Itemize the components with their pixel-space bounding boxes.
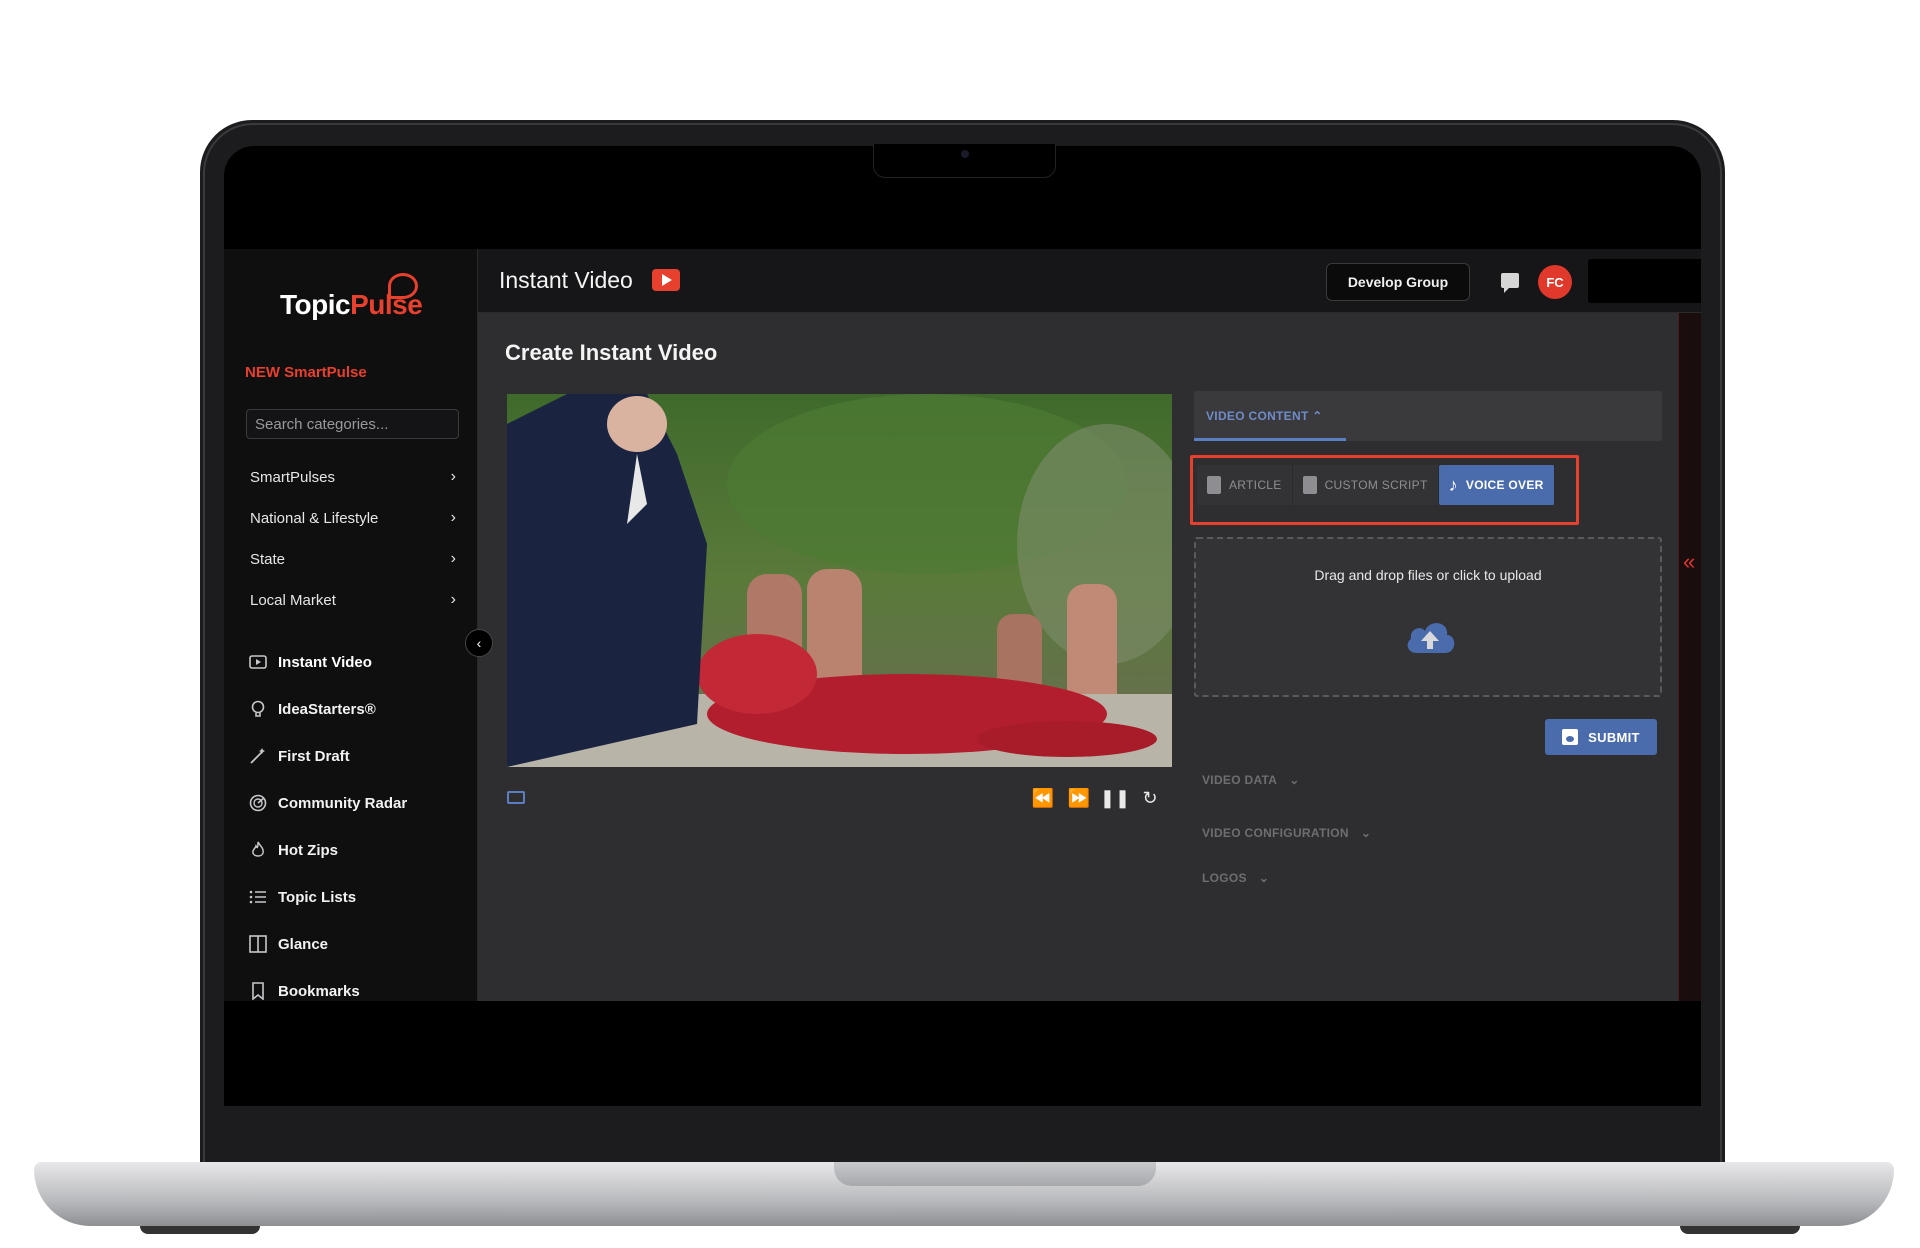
laptop-foot-left — [140, 1226, 260, 1234]
chat-icon[interactable] — [1501, 273, 1519, 293]
captions-icon[interactable] — [507, 791, 525, 804]
bookmark-icon — [248, 981, 268, 1001]
chevron-down-icon: ⌄ — [1289, 773, 1300, 787]
search-categories-input[interactable] — [246, 409, 459, 439]
group-selector-button[interactable]: Develop Group — [1326, 263, 1470, 301]
magic-wand-icon — [248, 746, 268, 766]
youtube-icon — [652, 269, 680, 291]
submit-button[interactable]: SUBMIT — [1545, 719, 1657, 755]
music-note-icon: ♪ — [1448, 474, 1458, 495]
sidebar: TopicPulse NEW SmartPulse SmartPulses› N… — [224, 249, 478, 1001]
chevron-right-icon: › — [450, 468, 456, 485]
file-upload-dropzone[interactable]: Drag and drop files or click to upload — [1194, 537, 1662, 697]
nav-topic-lists[interactable]: Topic Lists — [248, 880, 468, 914]
laptop-foot-right — [1680, 1226, 1800, 1234]
chevron-down-icon: ⌄ — [1360, 826, 1372, 840]
video-controls: ⏪ ⏩ ❚❚ ↻ — [507, 783, 1172, 813]
dropzone-text: Drag and drop files or click to upload — [1314, 567, 1542, 583]
video-icon — [248, 652, 268, 672]
tab-article[interactable]: ARTICLE — [1197, 465, 1293, 505]
tab-custom-script[interactable]: CUSTOM SCRIPT — [1292, 465, 1439, 505]
base-notch — [834, 1162, 1156, 1186]
create-title: Create Instant Video — [505, 340, 718, 365]
accordion-logos[interactable]: LOGOS ⌄ — [1202, 871, 1269, 885]
nav-hot-zips[interactable]: Hot Zips — [248, 833, 468, 867]
nav-instant-video[interactable]: Instant Video — [248, 645, 468, 679]
logo-badge-icon — [388, 273, 418, 299]
lightbulb-icon — [248, 699, 268, 719]
camera-icon — [961, 150, 969, 158]
tab-underline — [1194, 438, 1346, 441]
chevron-left-icon: ‹ — [476, 635, 482, 651]
nav-glance[interactable]: Glance — [248, 927, 468, 961]
app-screen: TopicPulse NEW SmartPulse SmartPulses› N… — [224, 249, 1701, 1001]
content-type-tabs: ARTICLE CUSTOM SCRIPT ♪ VOICE OVER — [1197, 465, 1555, 505]
chevron-right-icon: › — [450, 509, 456, 526]
fast-forward-icon[interactable]: ⏩ — [1066, 785, 1092, 811]
list-icon — [248, 887, 268, 907]
video-content-header: VIDEO CONTENT ⌃ — [1194, 391, 1662, 441]
tab-video-content[interactable]: VIDEO CONTENT ⌃ — [1206, 409, 1323, 423]
camera-notch — [873, 144, 1056, 178]
pause-icon[interactable]: ❚❚ — [1100, 785, 1130, 811]
flame-icon — [248, 840, 268, 860]
right-panel-edge: « — [1678, 313, 1701, 1001]
user-avatar[interactable]: FC — [1538, 265, 1572, 299]
nav-first-draft[interactable]: First Draft — [248, 739, 468, 773]
category-state[interactable]: State › — [250, 544, 460, 574]
radar-icon — [248, 793, 268, 813]
accordion-video-configuration[interactable]: VIDEO CONFIGURATION ⌄ — [1202, 826, 1371, 840]
page-title: Instant Video — [499, 267, 633, 293]
laptop-base — [34, 1162, 1894, 1226]
tab-voice-over[interactable]: ♪ VOICE OVER — [1438, 465, 1555, 505]
redacted-area — [1588, 259, 1701, 303]
sidebar-collapse-button[interactable]: ‹ — [465, 629, 493, 657]
category-smartpulses[interactable]: SmartPulses › — [250, 462, 460, 492]
rewind-icon[interactable]: ⏪ — [1030, 785, 1056, 811]
double-chevron-left-icon[interactable]: « — [1683, 549, 1695, 575]
chevron-up-icon: ⌃ — [1312, 409, 1323, 423]
accordion-video-data[interactable]: VIDEO DATA ⌄ — [1202, 773, 1300, 787]
nav-ideastarters[interactable]: IdeaStarters® — [248, 692, 468, 726]
nav-community-radar[interactable]: Community Radar — [248, 786, 468, 820]
chevron-right-icon: › — [450, 591, 456, 608]
panel-icon — [248, 934, 268, 954]
chevron-down-icon: ⌄ — [1258, 871, 1270, 885]
cloud-upload-icon — [1407, 623, 1455, 653]
nav-bookmarks[interactable]: Bookmarks — [248, 974, 468, 1001]
video-frame-image — [507, 394, 1172, 767]
save-icon — [1562, 729, 1579, 745]
main-content: Create Instant Video ⏪ ⏩ ❚❚ ↻ VIDEO CONT… — [478, 313, 1678, 1001]
new-smartpulse-link[interactable]: NEW SmartPulse — [245, 364, 367, 381]
category-national-lifestyle[interactable]: National & Lifestyle › — [250, 503, 460, 533]
replay-icon[interactable]: ↻ — [1137, 785, 1163, 811]
document-icon — [1207, 476, 1221, 494]
category-local-market[interactable]: Local Market › — [250, 585, 460, 615]
top-bar: Instant Video Develop Group FC — [478, 249, 1701, 313]
chevron-right-icon: › — [450, 550, 456, 567]
document-icon — [1302, 476, 1317, 494]
video-player[interactable] — [507, 394, 1172, 767]
